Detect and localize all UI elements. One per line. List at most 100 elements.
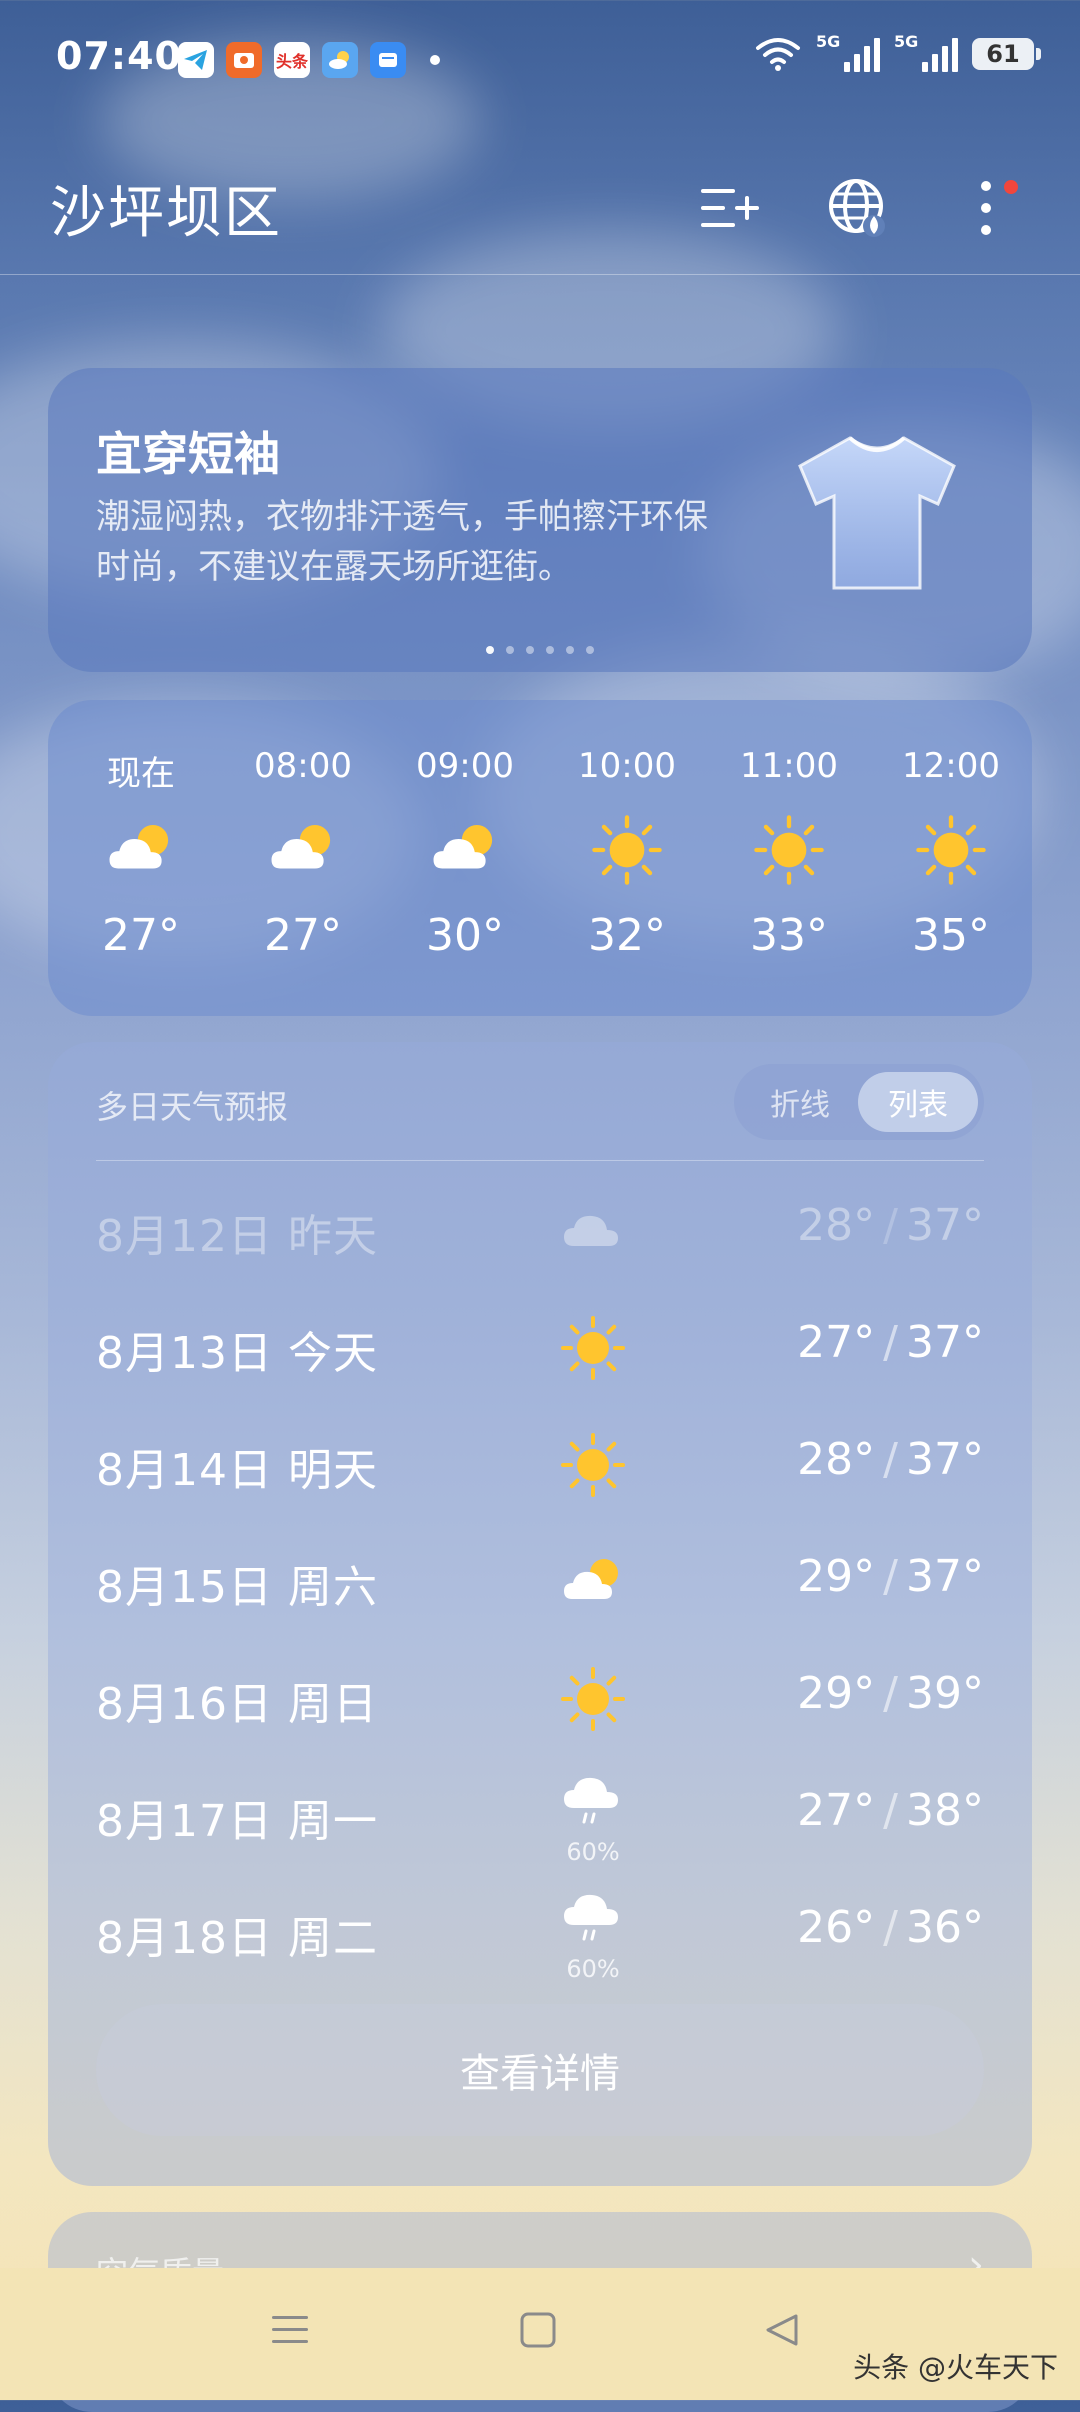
daily-date: 8月16日 周日 — [96, 1679, 378, 1730]
temp-high: 37° — [906, 1551, 984, 1602]
temp-high: 37° — [906, 1434, 984, 1485]
hourly-time: 12:00 — [902, 746, 1000, 786]
hourly-temp: 27° — [102, 910, 180, 961]
wallet-icon — [226, 42, 262, 78]
daily-row[interactable]: 8月13日 今天 27°/37° — [48, 1289, 1032, 1407]
menu-nav-icon[interactable] — [270, 2310, 310, 2350]
toggle-line-chart[interactable]: 折线 — [740, 1072, 860, 1132]
back-nav-icon[interactable] — [762, 2310, 802, 2350]
hourly-item[interactable]: 09:00 30° — [385, 746, 545, 961]
temp-separator: / — [883, 1200, 898, 1251]
sun-icon — [709, 790, 869, 910]
daily-row[interactable]: 8月18日 周二 60% 26°/36° — [48, 1874, 1032, 1992]
app-header: 沙坪坝区 — [0, 150, 1080, 275]
globe-button[interactable] — [818, 168, 898, 248]
hourly-temp: 30° — [426, 910, 504, 961]
partly-cloudy-icon — [223, 790, 383, 910]
messages-icon — [370, 42, 406, 78]
daily-forecast-card: 多日天气预报 折线 列表 8月12日 昨天 28°/37° 8月13日 今天 27° /… — [48, 1042, 1032, 2186]
temp-separator: / — [883, 1668, 898, 1719]
dressing-title: 宜穿短袖 — [96, 427, 280, 481]
status-right: 5G 5G 61 — [754, 32, 1041, 72]
toggle-list[interactable]: 列表 — [858, 1072, 978, 1132]
hourly-time: 08:00 — [254, 746, 352, 786]
daily-forecast-title: 多日天气预报 — [96, 1088, 289, 1126]
hourly-item[interactable]: 现在 27° — [61, 746, 221, 961]
hourly-time: 09:00 — [416, 746, 514, 786]
hourly-temp: 32° — [588, 910, 666, 961]
divider — [96, 1160, 984, 1161]
temp-range: 27°/38° — [797, 1785, 984, 1836]
daily-row[interactable]: 8月17日 周一 60% 27°/38° — [48, 1757, 1032, 1875]
hourly-temp: 35° — [912, 910, 990, 961]
daily-row[interactable]: 8月15日 周六 29°/37° — [48, 1523, 1032, 1641]
add-city-icon — [701, 189, 759, 227]
hourly-item[interactable]: 12:00 35° — [871, 746, 1031, 961]
more-options-button[interactable] — [946, 168, 1026, 248]
daily-row[interactable]: 8月12日 昨天 28°/37° — [48, 1172, 1032, 1290]
dressing-advice-card[interactable]: 宜穿短袖 潮湿闷热，衣物排汗透气，手帕擦汗环保时尚，不建议在露天场所逛街。 — [48, 368, 1032, 672]
temp-range: 29°/37° — [797, 1551, 984, 1602]
temp-range: 29°/39° — [797, 1668, 984, 1719]
temp-separator: / — [883, 1434, 898, 1485]
daily-date: 8月12日 昨天 — [96, 1211, 378, 1262]
wifi-icon — [756, 38, 800, 71]
home-nav-icon[interactable] — [518, 2310, 558, 2350]
network-type: 5G — [894, 32, 919, 51]
dressing-description: 潮湿闷热，衣物排汗透气，手帕擦汗环保时尚，不建议在露天场所逛街。 — [96, 497, 708, 587]
hourly-item[interactable]: 11:00 33° — [709, 746, 869, 961]
precip-chance: 60% — [566, 1955, 620, 1983]
signal-icon: 5G — [816, 32, 880, 72]
city-title[interactable]: 沙坪坝区 — [50, 168, 282, 249]
notification-icons: 头条 — [178, 42, 440, 78]
daily-row[interactable]: 8月14日 明天 28°/37° — [48, 1406, 1032, 1524]
system-nav-bar: 头条 @火车天下 — [0, 2268, 1080, 2400]
temp-high: 39° — [906, 1668, 984, 1719]
temp-range: 26°/36° — [797, 1902, 984, 1953]
temp-range: 28°/37° — [797, 1434, 984, 1485]
daily-date: 8月18日 周二 — [96, 1913, 378, 1964]
temp-low: 27° — [797, 1317, 876, 1368]
hourly-item[interactable]: 10:00 32° — [547, 746, 707, 961]
temp-high: 36° — [906, 1902, 984, 1953]
hourly-temp: 27° — [264, 910, 342, 961]
daily-date: 8月15日 周六 — [96, 1562, 378, 1613]
view-toggle[interactable]: 折线 列表 — [734, 1064, 984, 1140]
telegram-icon — [178, 42, 214, 78]
partly-cloudy-icon — [61, 790, 221, 910]
temp-separator: / — [883, 1902, 898, 1953]
card-pager — [48, 646, 1032, 654]
temp-high: 37° — [906, 1200, 984, 1251]
status-time: 07:40 — [56, 34, 182, 78]
city-manage-button[interactable] — [690, 168, 770, 248]
temp-range: 27°/37° — [797, 1317, 984, 1368]
hourly-time: 11:00 — [740, 746, 838, 786]
daily-date: 8月14日 明天 — [96, 1445, 378, 1496]
tshirt-icon — [798, 436, 956, 590]
temp-separator: / — [883, 1551, 898, 1602]
hourly-forecast-card[interactable]: 现在 27° 08:00 27° 09:00 30° 10:00 32° 11:00 33° 12:… — [48, 700, 1032, 1016]
partly-cloudy-icon — [548, 1523, 638, 1641]
daily-row[interactable]: 8月16日 周日 29°/39° — [48, 1640, 1032, 1758]
temp-low: 26° — [797, 1902, 876, 1953]
temp-separator: / — [883, 1317, 898, 1368]
hourly-item[interactable]: 08:00 27° — [223, 746, 383, 961]
signal-icon: 5G — [894, 32, 958, 72]
precip-chance: 60% — [566, 1838, 620, 1866]
network-type: 5G — [816, 32, 841, 51]
more-notifications-dot — [430, 55, 440, 65]
hourly-temp: 33° — [750, 910, 828, 961]
sun-icon — [548, 1640, 638, 1758]
toutiao-icon: 头条 — [274, 42, 310, 78]
sun-icon — [871, 790, 1031, 910]
daily-date: 8月13日 今天 — [96, 1328, 378, 1379]
rain-icon: 60% — [548, 1757, 638, 1875]
daily-date: 8月17日 周一 — [96, 1796, 378, 1847]
temp-low: 29° — [797, 1668, 876, 1719]
view-details-button[interactable]: 查看详情 — [96, 2004, 984, 2136]
temp-range: 28°/37° — [797, 1200, 984, 1251]
battery-level: 61 — [986, 40, 1020, 68]
cloud-icon — [548, 1172, 638, 1290]
temp-low: 27° — [797, 1785, 876, 1836]
sun-icon — [547, 790, 707, 910]
